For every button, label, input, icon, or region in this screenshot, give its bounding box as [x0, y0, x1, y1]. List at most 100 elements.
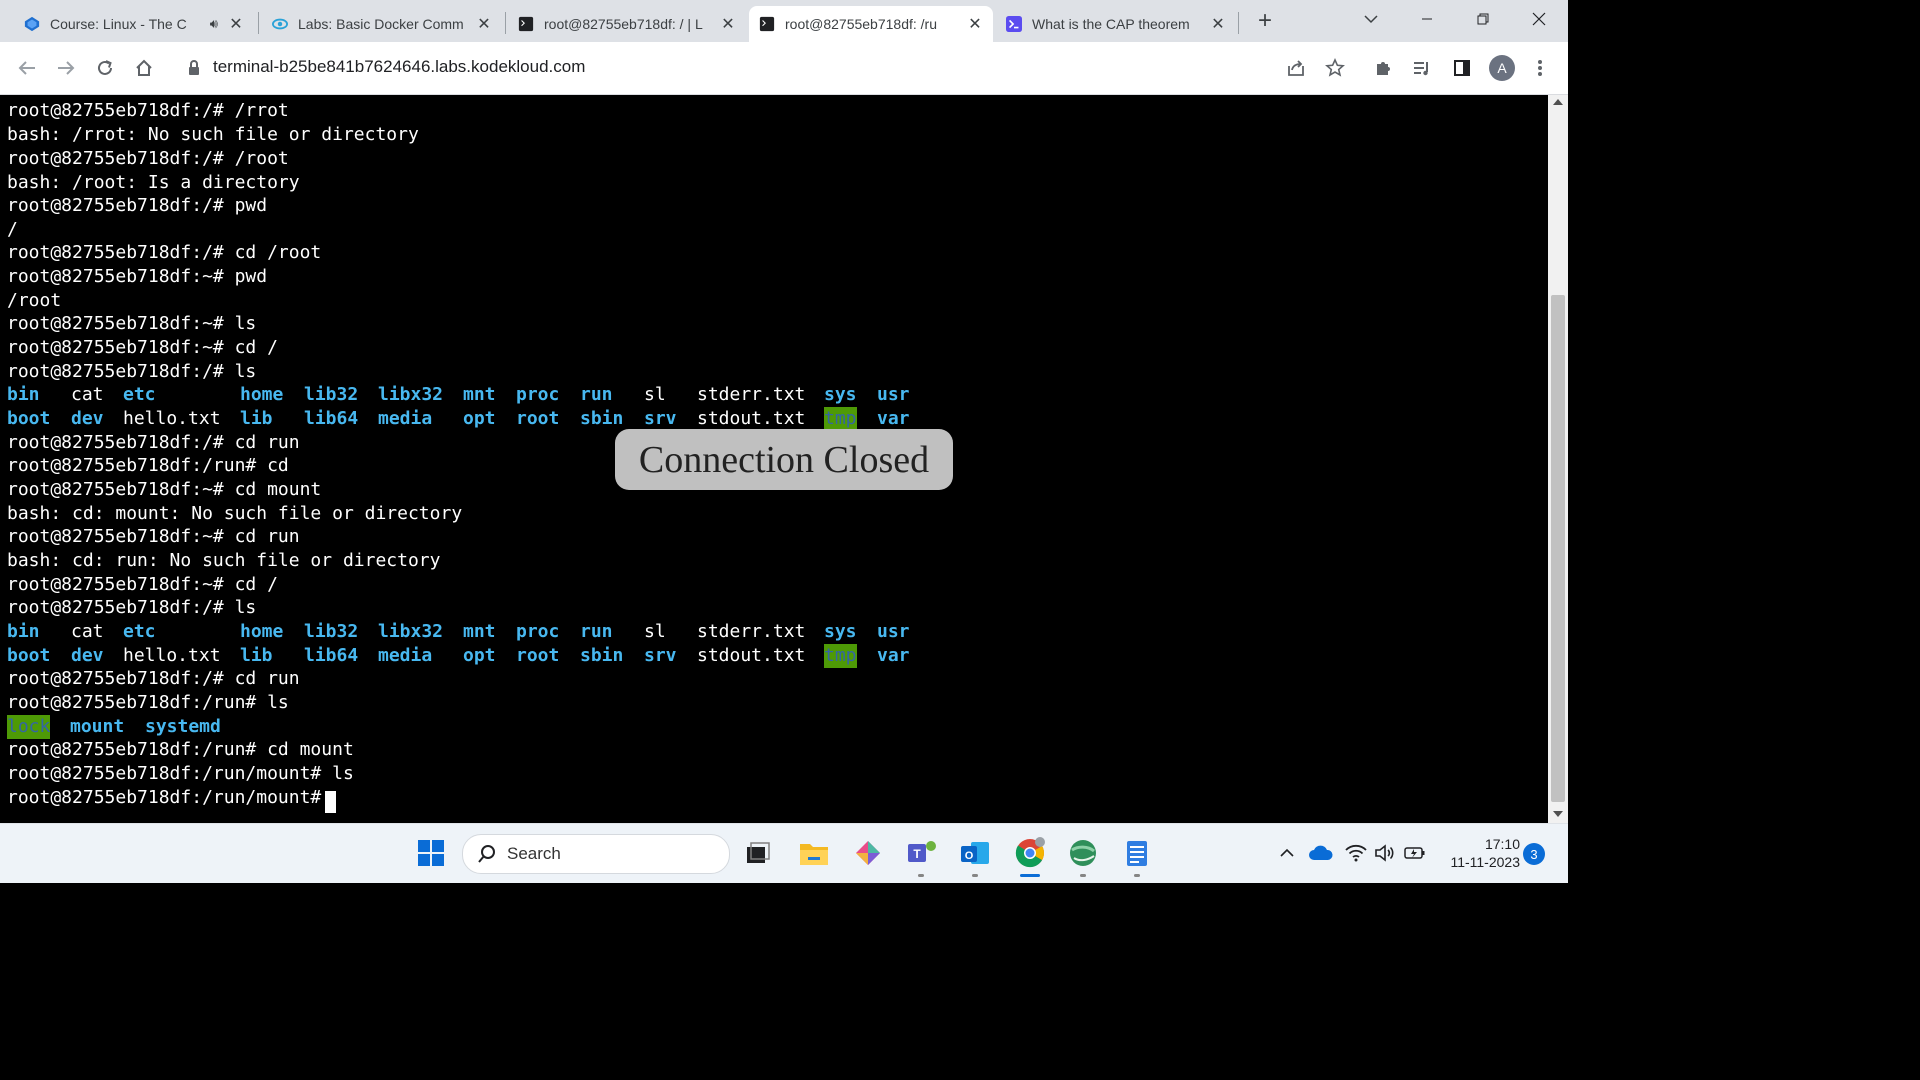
windows-taskbar: Search T O 17:10 11-11-2023 3 — [0, 823, 1568, 883]
ls-dir-entry: sbin — [580, 408, 624, 429]
bookmark-star-icon[interactable] — [1321, 54, 1349, 82]
close-window-button[interactable] — [1525, 5, 1553, 33]
profile-avatar[interactable]: A — [1488, 54, 1516, 82]
scroll-up-arrow-icon[interactable] — [1553, 99, 1563, 105]
ls-dir-entry: etc — [123, 384, 156, 405]
close-icon[interactable]: ✕ — [226, 14, 246, 34]
tab-terminal-root[interactable]: root@82755eb718df: / | L ✕ — [508, 6, 746, 42]
ls-sticky-dir-entry: tmp — [824, 407, 857, 431]
close-icon[interactable]: ✕ — [1208, 14, 1228, 34]
ls-dir-entry: lib32 — [304, 621, 359, 642]
scroll-down-arrow-icon[interactable] — [1553, 811, 1563, 817]
terminal-line: /root — [7, 290, 62, 311]
reload-button[interactable] — [91, 54, 119, 82]
chrome-icon[interactable] — [1011, 836, 1049, 870]
windows-start-icon[interactable] — [414, 836, 448, 870]
taskbar-search-box[interactable]: Search — [462, 834, 730, 874]
terminal-line: root@82755eb718df:/# cd run — [7, 668, 300, 689]
ls-dir-entry: proc — [516, 621, 560, 642]
terminal-line: root@82755eb718df:~# cd mount — [7, 479, 322, 500]
restore-button[interactable] — [1469, 5, 1497, 33]
ls-dir-entry: sys — [824, 621, 857, 642]
ls-file-entry: sl — [644, 621, 666, 642]
tab-title: What is the CAP theorem — [1032, 16, 1190, 32]
browser-toolbar: terminal-b25be841b7624646.labs.kodekloud… — [0, 42, 1568, 95]
labs-icon — [272, 16, 288, 32]
lock-icon[interactable] — [180, 54, 208, 82]
ls-sticky-dir-entry: lock — [7, 715, 51, 739]
ls-dir-entry: lib — [240, 645, 273, 666]
show-hidden-icons-chevron-icon[interactable] — [1277, 836, 1297, 870]
speaker-icon[interactable]: 🔊︎ — [210, 16, 218, 32]
media-queue-icon[interactable] — [1408, 54, 1436, 82]
minimize-button[interactable] — [1413, 5, 1441, 33]
search-icon — [477, 844, 497, 864]
menu-kebab-icon[interactable] — [1526, 54, 1554, 82]
gitkraken-icon[interactable] — [851, 836, 885, 870]
outlook-icon[interactable]: O — [958, 836, 992, 870]
ls-dir-entry: lib — [240, 408, 273, 429]
search-placeholder: Search — [507, 844, 561, 863]
close-icon[interactable]: ✕ — [474, 14, 494, 34]
ls-dir-entry: dev — [71, 645, 104, 666]
tab-labs-docker[interactable]: Labs: Basic Docker Comm ✕ — [262, 6, 502, 42]
notepad-icon[interactable] — [1120, 836, 1154, 870]
ls-dir-entry: libx32 — [378, 621, 444, 642]
terminal-line: root@82755eb718df:/run/mount# ls — [7, 763, 354, 784]
battery-charging-icon[interactable] — [1400, 836, 1430, 870]
scrollbar-thumb[interactable] — [1551, 295, 1565, 802]
tab-terminal-run-active[interactable]: root@82755eb718df: /ru ✕ — [749, 6, 993, 42]
ls-file-entry: hello.txt — [123, 645, 221, 666]
clock[interactable]: 17:10 11-11-2023 — [1436, 835, 1520, 871]
share-icon[interactable] — [1282, 54, 1310, 82]
terminal-line: root@82755eb718df:/# cd /root — [7, 242, 322, 263]
ls-dir-entry: opt — [463, 645, 496, 666]
page-scrollbar[interactable] — [1548, 95, 1568, 823]
extensions-puzzle-icon[interactable] — [1370, 54, 1398, 82]
notification-badge[interactable]: 3 — [1523, 843, 1545, 865]
clock-date: 11-11-2023 — [1450, 854, 1520, 870]
tab-title: root@82755eb718df: /ru — [785, 16, 937, 32]
ls-dir-entry: run — [580, 384, 613, 405]
onedrive-cloud-icon[interactable] — [1306, 836, 1336, 870]
terminal-line: root@82755eb718df:/# cd run — [7, 432, 300, 453]
terminal-line: bash: cd: run: No such file or directory — [7, 550, 441, 571]
home-button[interactable] — [130, 54, 158, 82]
ls-dir-entry: var — [877, 645, 910, 666]
tab-separator — [505, 12, 506, 34]
ls-file-entry: stderr.txt — [697, 621, 806, 642]
file-explorer-icon[interactable] — [797, 836, 831, 870]
ls-dir-entry: lib64 — [304, 645, 359, 666]
ls-dir-entry: usr — [877, 384, 910, 405]
ls-dir-entry: mnt — [463, 384, 496, 405]
tab-cap-theorem[interactable]: What is the CAP theorem ✕ — [996, 6, 1236, 42]
tab-course-linux[interactable]: Course: Linux - The C 🔊︎ ✕ — [14, 6, 254, 42]
task-view-icon[interactable] — [741, 836, 775, 870]
new-tab-button[interactable]: + — [1251, 7, 1279, 35]
terminal-prompt-line: root@82755eb718df:/run/mount# — [7, 787, 333, 808]
wifi-icon[interactable] — [1341, 836, 1371, 870]
back-button[interactable] — [13, 54, 41, 82]
terminal-line: bash: cd: mount: No such file or directo… — [7, 503, 463, 524]
ls-dir-entry: etc — [123, 621, 156, 642]
tab-strip: Course: Linux - The C 🔊︎ ✕ Labs: Basic D… — [0, 0, 1568, 42]
browser-globe-icon[interactable] — [1066, 836, 1100, 870]
tab-search-chevron-icon[interactable] — [1357, 5, 1385, 33]
terminal-line: root@82755eb718df:~# cd / — [7, 337, 278, 358]
terminal-line: root@82755eb718df:~# cd run — [7, 526, 300, 547]
ls-dir-entry: var — [877, 408, 910, 429]
ls-dir-entry: media — [378, 645, 433, 666]
forward-button[interactable] — [52, 54, 80, 82]
tab-title: Course: Linux - The C — [50, 16, 187, 32]
address-bar[interactable]: terminal-b25be841b7624646.labs.kodekloud… — [213, 57, 585, 77]
ls-dir-entry: srv — [644, 645, 677, 666]
close-icon[interactable]: ✕ — [965, 14, 985, 34]
volume-icon[interactable] — [1370, 836, 1400, 870]
ls-dir-entry: lib32 — [304, 384, 359, 405]
teams-icon[interactable]: T — [904, 836, 938, 870]
ls-dir-entry: root — [516, 408, 560, 429]
ls-dir-entry: dev — [71, 408, 104, 429]
close-icon[interactable]: ✕ — [718, 14, 738, 34]
side-panel-icon[interactable] — [1448, 54, 1476, 82]
terminal-line: root@82755eb718df:~# pwd — [7, 266, 268, 287]
